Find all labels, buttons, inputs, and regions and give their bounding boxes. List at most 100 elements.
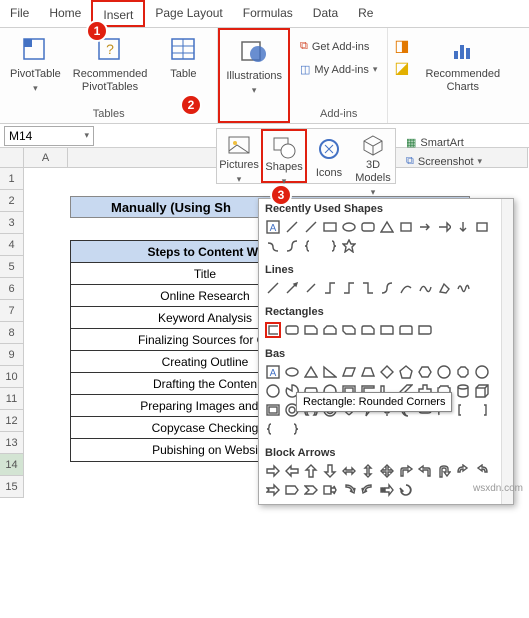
chevron-icon[interactable] [303,482,319,498]
row-header[interactable]: 2 [0,190,24,212]
shapes-button[interactable]: Shapes ▾ [261,129,307,183]
smartart-button[interactable]: ▦SmartArt [402,134,486,151]
triangle-icon[interactable] [303,364,319,380]
row-header[interactable]: 4 [0,234,24,256]
parallelogram-icon[interactable] [341,364,357,380]
my-addins-button[interactable]: ◫ My Add-ins ▾ [296,61,381,78]
screenshot-button[interactable]: ⧉Screenshot▾ [402,153,486,170]
snip-rect-icon[interactable] [322,322,338,338]
round-rect-icon[interactable] [398,322,414,338]
bent-arrow-icon[interactable] [398,463,414,479]
oval-icon[interactable] [341,219,357,235]
arrow-icon[interactable] [417,219,433,235]
row-header[interactable]: 10 [0,366,24,388]
tab-formulas[interactable]: Formulas [233,0,303,27]
heptagon-icon[interactable] [436,364,452,380]
curve-connector-icon[interactable] [398,280,414,296]
pivot-table-button[interactable]: PivotTable ▾ [6,30,65,96]
line-icon[interactable] [284,219,300,235]
rectangle-icon[interactable] [322,219,338,235]
recommended-pivot-button[interactable]: ? Recommended PivotTables [69,30,152,96]
flowchart-icon[interactable] [398,219,414,235]
textbox-icon[interactable]: A [265,364,281,380]
line-icon[interactable] [303,219,319,235]
connector-icon[interactable] [265,238,281,254]
uturn-arrow-icon[interactable] [436,463,452,479]
freeform-icon[interactable] [436,280,452,296]
elbow-connector-icon[interactable] [360,280,376,296]
tab-home[interactable]: Home [39,0,91,27]
pentagon-arrow-icon[interactable] [284,482,300,498]
row-header[interactable]: 14 [0,454,24,476]
row-header[interactable]: 6 [0,278,24,300]
curved-arrow-icon[interactable] [341,482,357,498]
octagon-icon[interactable] [455,364,471,380]
up-arrow-icon[interactable] [303,463,319,479]
triangle-icon[interactable] [379,219,395,235]
can-icon[interactable] [455,383,471,399]
curved-arrow-icon[interactable] [455,463,471,479]
flowchart-icon[interactable] [474,219,490,235]
brace-icon[interactable] [322,238,338,254]
star-icon[interactable] [341,238,357,254]
bent-arrow-icon[interactable] [417,463,433,479]
textbox-icon[interactable]: A [265,219,281,235]
brace-icon[interactable] [265,421,281,437]
round-rect-icon[interactable] [417,322,433,338]
curved-arrow-icon[interactable] [360,482,376,498]
curved-arrow-icon[interactable] [474,463,490,479]
tab-page-layout[interactable]: Page Layout [145,0,232,27]
up-down-arrow-icon[interactable] [360,463,376,479]
row-header[interactable]: 3 [0,212,24,234]
bracket-icon[interactable] [455,402,471,418]
3d-models-button[interactable]: 3D Models ▾ [351,129,395,183]
brace-icon[interactable] [284,421,300,437]
line-double-arrow-icon[interactable] [303,280,319,296]
decagon-icon[interactable] [474,364,490,380]
pentagon-icon[interactable] [398,364,414,380]
row-header[interactable]: 5 [0,256,24,278]
line-arrow-icon[interactable] [284,280,300,296]
hexagon-icon[interactable] [417,364,433,380]
connector-icon[interactable] [284,238,300,254]
left-arrow-icon[interactable] [284,463,300,479]
notched-arrow-icon[interactable] [265,482,281,498]
dodecagon-icon[interactable] [265,383,281,399]
callout-arrow-icon[interactable] [322,482,338,498]
snip-rect-icon[interactable] [303,322,319,338]
right-arrow-icon[interactable] [265,463,281,479]
diamond-icon[interactable] [379,364,395,380]
curve-icon[interactable] [417,280,433,296]
striped-arrow-icon[interactable] [379,482,395,498]
snip-rect-icon[interactable] [341,322,357,338]
down-arrow-icon[interactable] [322,463,338,479]
rounded-rect-icon[interactable] [284,322,300,338]
trapezoid-icon[interactable] [360,364,376,380]
brace-icon[interactable] [303,238,319,254]
quad-arrow-icon[interactable] [379,463,395,479]
circular-arrow-icon[interactable] [398,482,414,498]
table-button[interactable]: Table [155,30,211,83]
bracket-icon[interactable] [474,402,490,418]
bing-icon[interactable]: ◨ [394,36,409,56]
tab-review[interactable]: Re [348,0,383,27]
scribble-icon[interactable] [455,280,471,296]
round-rect-icon[interactable] [379,322,395,338]
oval-icon[interactable] [284,364,300,380]
right-triangle-icon[interactable] [322,364,338,380]
pictures-button[interactable]: Pictures ▾ [217,129,261,183]
arrow-icon[interactable] [436,219,452,235]
elbow-connector-icon[interactable] [341,280,357,296]
left-right-arrow-icon[interactable] [341,463,357,479]
rectangle-icon[interactable] [265,322,281,338]
row-header[interactable]: 13 [0,432,24,454]
elbow-connector-icon[interactable] [322,280,338,296]
row-header[interactable]: 7 [0,300,24,322]
bevel-icon[interactable] [265,402,281,418]
row-header[interactable]: 12 [0,410,24,432]
row-header[interactable]: 9 [0,344,24,366]
select-all-corner[interactable] [0,148,24,168]
cube-icon[interactable] [474,383,490,399]
people-icon[interactable]: ◪ [394,58,409,78]
col-header-a[interactable]: A [24,148,68,168]
